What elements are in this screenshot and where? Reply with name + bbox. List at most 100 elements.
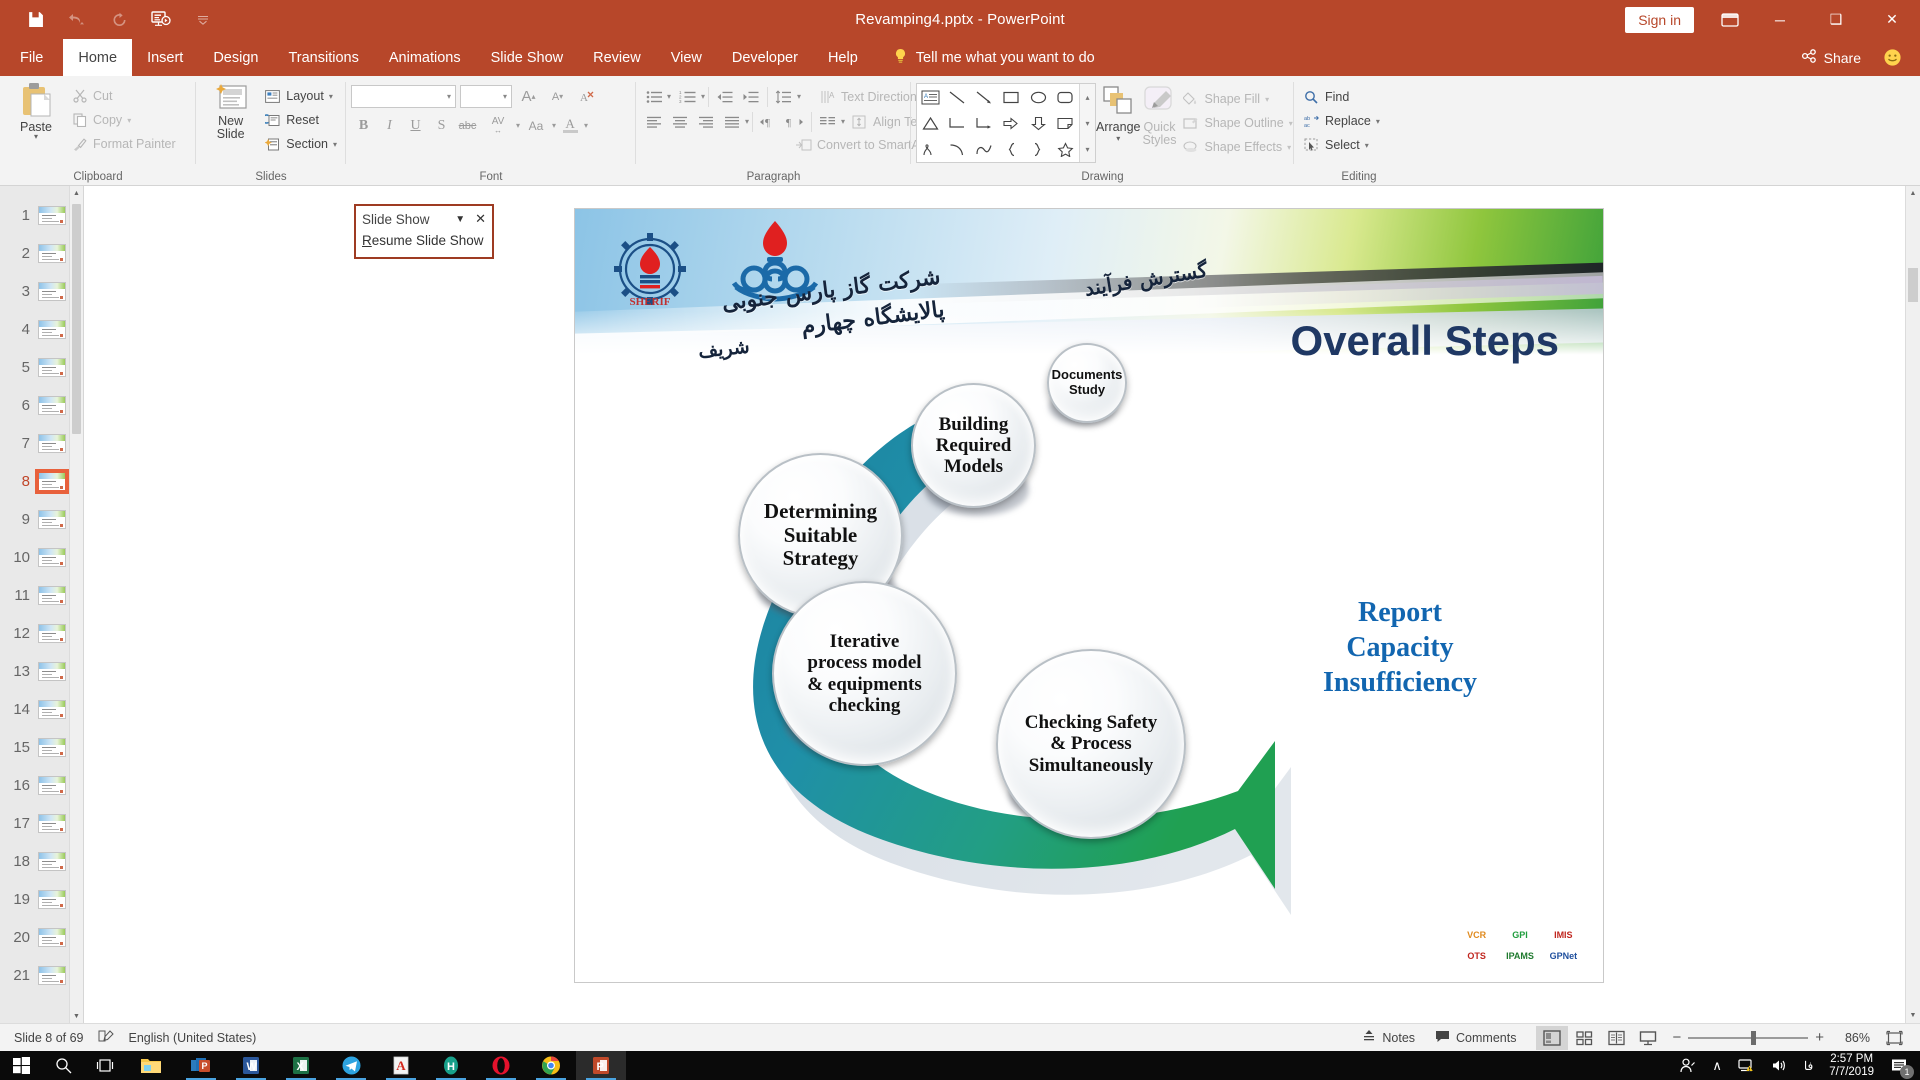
people-icon[interactable] <box>1671 1051 1704 1080</box>
justify-dropdown-icon[interactable]: ▾ <box>745 117 749 126</box>
shape-triangle[interactable] <box>917 110 944 136</box>
thumbnail-scroll-down-icon[interactable]: ▼ <box>70 1009 83 1023</box>
slide-thumbnail-preview[interactable] <box>38 737 66 757</box>
customize-qat-icon[interactable] <box>190 7 216 33</box>
minimize-button[interactable]: ─ <box>1752 0 1808 39</box>
restore-button[interactable]: ❑ <box>1808 0 1864 39</box>
columns-button[interactable] <box>815 109 841 134</box>
shape-left-brace[interactable] <box>998 136 1025 162</box>
clear-formatting-button[interactable]: A <box>574 84 599 109</box>
close-icon[interactable]: ✕ <box>475 211 486 227</box>
copy-button[interactable]: Copy ▾ <box>67 108 180 132</box>
slide-thumbnail-preview[interactable] <box>38 433 66 453</box>
font-color-button[interactable]: A <box>557 113 583 138</box>
comments-button[interactable]: Comments <box>1425 1024 1526 1052</box>
shape-star[interactable] <box>1052 136 1079 162</box>
shape-rectangle[interactable] <box>998 84 1025 110</box>
start-button[interactable] <box>0 1051 42 1080</box>
sign-in-button[interactable]: Sign in <box>1625 6 1694 33</box>
language-indicator-tray[interactable]: فا <box>1796 1051 1821 1080</box>
chevron-down-icon[interactable]: ▼ <box>455 214 465 225</box>
shape-rounded-rectangle[interactable] <box>1052 84 1079 110</box>
ribbon-display-options-icon[interactable] <box>1708 0 1752 39</box>
tab-design[interactable]: Design <box>198 39 273 76</box>
ltr-text-direction-button[interactable]: ¶ <box>756 109 782 134</box>
font-size-combobox[interactable]: ▾ <box>460 85 512 108</box>
align-right-button[interactable] <box>693 109 719 134</box>
slide-sorter-view-button[interactable] <box>1568 1026 1600 1050</box>
numbering-button[interactable]: 123 <box>675 84 701 109</box>
thumbnail-scroll-thumb[interactable] <box>72 204 81 434</box>
tell-me-search[interactable]: Tell me what you want to do <box>881 39 1107 76</box>
line-spacing-button[interactable] <box>771 84 797 109</box>
search-icon[interactable] <box>42 1051 84 1080</box>
arrange-button[interactable]: Arrange ▾ <box>1096 83 1140 143</box>
slide-thumbnail-preview[interactable] <box>38 547 66 567</box>
shape-effects-button[interactable]: Shape Effects ▾ <box>1178 135 1296 159</box>
decrease-indent-button[interactable] <box>712 84 738 109</box>
zoom-track[interactable] <box>1688 1030 1809 1045</box>
shape-down-arrow[interactable] <box>1025 110 1052 136</box>
notification-center-icon[interactable]: 1 <box>1882 1051 1916 1080</box>
tab-transitions[interactable]: Transitions <box>273 39 373 76</box>
paste-button[interactable]: Paste ▾ <box>5 80 67 141</box>
undo-icon[interactable] <box>64 7 90 33</box>
slide-thumbnail-preview[interactable] <box>38 585 66 605</box>
volume-icon[interactable] <box>1763 1051 1796 1080</box>
cut-button[interactable]: Cut <box>67 84 180 108</box>
chrome-icon[interactable] <box>526 1051 576 1080</box>
tab-insert[interactable]: Insert <box>132 39 198 76</box>
telegram-icon[interactable] <box>326 1051 376 1080</box>
section-button[interactable]: Section ▾ <box>260 132 341 156</box>
tab-view[interactable]: View <box>656 39 717 76</box>
opera-icon[interactable] <box>476 1051 526 1080</box>
shape-elbow-connector[interactable] <box>944 110 971 136</box>
shape-fill-button[interactable]: Shape Fill ▾ <box>1178 87 1296 111</box>
tab-developer[interactable]: Developer <box>717 39 813 76</box>
shape-oval[interactable] <box>1025 84 1052 110</box>
zoom-slider[interactable]: − + <box>1664 1029 1832 1046</box>
shape-outline-button[interactable]: Shape Outline ▾ <box>1178 111 1296 135</box>
align-center-button[interactable] <box>667 109 693 134</box>
shape-effects-dropdown-icon[interactable]: ▾ <box>1287 143 1291 152</box>
shape-outline-dropdown-icon[interactable]: ▾ <box>1289 119 1293 128</box>
acrobat-reader-icon[interactable]: A <box>376 1051 426 1080</box>
tab-slide-show[interactable]: Slide Show <box>476 39 579 76</box>
slide-editing-surface[interactable]: SHERIF شرکت گاز پارس جنوبی پالایشگاه چها… <box>574 208 1604 983</box>
change-case-dropdown-icon[interactable]: ▾ <box>552 121 556 130</box>
copy-dropdown-icon[interactable]: ▾ <box>127 116 131 125</box>
slide-thumbnail-preview[interactable] <box>38 813 66 833</box>
zoom-out-button[interactable]: − <box>1672 1029 1681 1046</box>
arrange-dropdown-icon[interactable]: ▾ <box>1116 134 1120 143</box>
canvas-scroll-up-icon[interactable]: ▲ <box>1906 186 1920 201</box>
font-size-dropdown-icon[interactable]: ▾ <box>503 92 507 101</box>
share-button[interactable]: Share <box>1779 39 1883 76</box>
paste-dropdown-icon[interactable]: ▾ <box>34 133 38 141</box>
tab-home[interactable]: Home <box>63 39 133 76</box>
slide-show-view-button[interactable] <box>1632 1026 1664 1050</box>
select-button[interactable]: Select ▾ <box>1299 133 1373 157</box>
outcome-text[interactable]: Report Capacity Insufficiency <box>1285 595 1515 700</box>
font-name-combobox[interactable]: ▾ <box>351 85 456 108</box>
task-view-icon[interactable] <box>84 1051 126 1080</box>
underline-button[interactable]: U <box>403 113 428 138</box>
quick-styles-button[interactable]: Quick Styles <box>1140 83 1178 147</box>
strikethrough-button[interactable]: abc <box>455 113 480 138</box>
shape-folded-corner[interactable] <box>1052 110 1079 136</box>
bullets-button[interactable] <box>641 84 667 109</box>
layout-dropdown-icon[interactable]: ▾ <box>329 92 333 101</box>
character-spacing-button[interactable]: AV ↔ <box>481 113 515 138</box>
language-indicator[interactable]: English (United States) <box>129 1031 257 1045</box>
select-dropdown-icon[interactable]: ▾ <box>1365 141 1369 150</box>
tab-file[interactable]: File <box>0 39 63 76</box>
close-button[interactable]: ✕ <box>1864 0 1920 39</box>
new-slide-button[interactable]: New Slide <box>201 80 260 141</box>
zoom-in-button[interactable]: + <box>1815 1029 1824 1046</box>
slide-thumbnail-preview[interactable] <box>38 243 66 263</box>
normal-view-button[interactable] <box>1536 1025 1569 1050</box>
slide-canvas-area[interactable]: SHERIF شرکت گاز پارس جنوبی پالایشگاه چها… <box>84 186 1920 1023</box>
start-slideshow-icon[interactable] <box>148 7 174 33</box>
shapes-scroll-up-icon[interactable]: ▴ <box>1080 84 1095 110</box>
font-name-dropdown-icon[interactable]: ▾ <box>447 92 451 101</box>
office-apps-icon[interactable]: P <box>176 1051 226 1080</box>
